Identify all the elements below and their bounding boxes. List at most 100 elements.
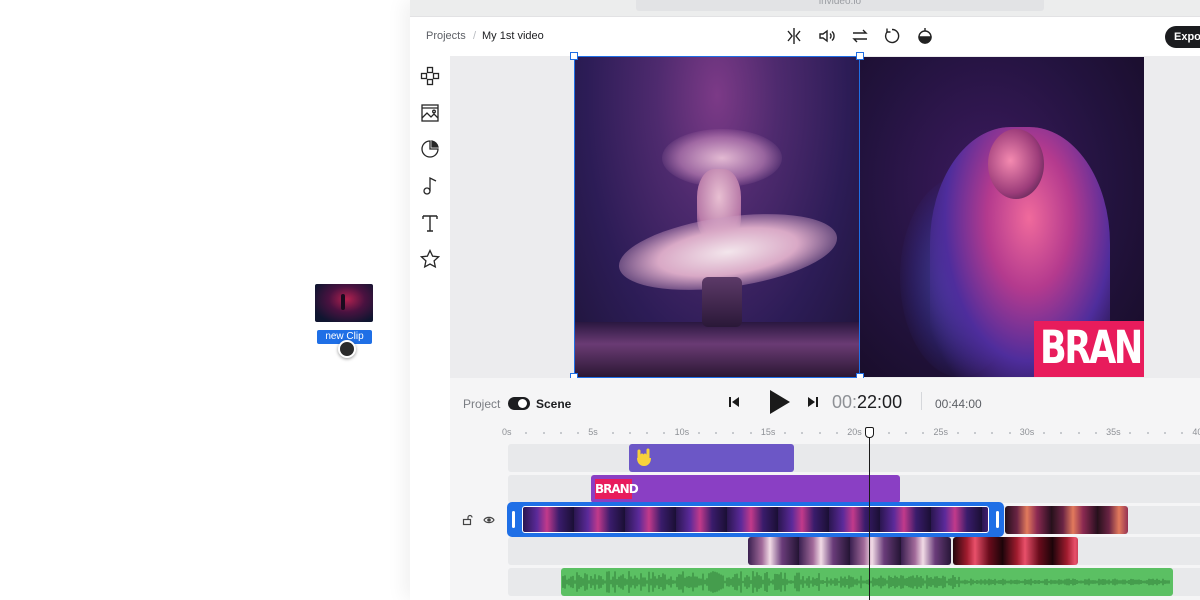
trim-handle-right[interactable] (996, 511, 999, 528)
ruler-tick (663, 432, 666, 434)
ruler-tick (956, 432, 959, 434)
mode-toggle[interactable] (508, 397, 530, 410)
playhead-handle[interactable] (865, 427, 874, 438)
screen: new Clip invideo.io Projects / My 1st vi… (0, 0, 1200, 600)
url-field[interactable]: invideo.io (636, 0, 1044, 11)
playhead-line (869, 434, 870, 600)
brand-clip[interactable]: BRAND (591, 475, 900, 503)
ruler-tick (784, 432, 787, 434)
ruler-label: 10s (674, 427, 690, 437)
next-icon[interactable] (806, 395, 820, 409)
export-button[interactable]: Export (1165, 26, 1200, 48)
ruler-tick (697, 432, 700, 434)
ruler-label: 40 (1192, 427, 1200, 437)
current-time-value: 22:00 (857, 392, 903, 412)
ruler-tick (1163, 432, 1166, 434)
brand-text: BRAND (1040, 321, 1144, 374)
timeline: 0s 5s 10s 15s 20s 25s 30s 35s 40 BRAND (450, 424, 1200, 600)
audio-clip[interactable] (561, 568, 1173, 596)
play-icon[interactable] (767, 389, 791, 415)
sidebar (410, 56, 450, 600)
ruler-tick (628, 432, 631, 434)
ruler-tick (1008, 432, 1011, 434)
ruler-tick (646, 432, 649, 434)
eye-icon[interactable] (483, 514, 495, 526)
ruler-label: 25s (933, 427, 949, 437)
canvas-preview: BRAND (450, 52, 1200, 381)
ruler-tick (749, 432, 752, 434)
video-clip-red[interactable] (953, 537, 1078, 565)
resize-handle-top-right[interactable] (856, 52, 864, 60)
ruler-tick (922, 432, 925, 434)
resize-handle-top-left[interactable] (570, 52, 578, 60)
rock-hand-icon (637, 448, 651, 466)
stickers-icon[interactable] (420, 139, 440, 159)
ruler-tick (1094, 432, 1097, 434)
brand-clip-thumb: BRAND (595, 479, 639, 499)
breadcrumb-current: My 1st video (482, 30, 544, 42)
project-mode-label[interactable]: Project (463, 397, 500, 411)
ruler-label: 15s (760, 427, 776, 437)
selected-video-clip[interactable] (507, 502, 1004, 537)
trim-handle-left[interactable] (512, 511, 515, 528)
ruler-tick (835, 432, 838, 434)
editor-window: invideo.io Projects / My 1st video Expor… (410, 0, 1200, 600)
ruler-tick (577, 432, 580, 434)
audio-waveform (562, 571, 1170, 593)
ruler-label: 30s (1019, 427, 1035, 437)
rotate-icon[interactable] (883, 27, 901, 45)
current-time-prefix: 00: (832, 392, 858, 412)
ruler-tick (732, 432, 735, 434)
sticker-clip[interactable] (629, 444, 794, 472)
music-icon[interactable] (420, 176, 440, 196)
favorites-icon[interactable] (420, 249, 440, 269)
ruler-tick (1181, 432, 1184, 434)
ruler-tick (1043, 432, 1046, 434)
ruler-tick (542, 432, 545, 434)
ruler-tick (611, 432, 614, 434)
templates-icon[interactable] (420, 66, 440, 86)
previous-icon[interactable] (727, 395, 741, 409)
swap-icon[interactable] (851, 27, 869, 45)
lock-icon[interactable] (462, 514, 474, 526)
scene-mode-label[interactable]: Scene (536, 397, 571, 411)
video-clip-stage[interactable] (748, 537, 951, 565)
playback-bar: Project Scene 00:22:00 00:44:00 (450, 378, 1200, 424)
browser-bar: invideo.io (410, 0, 1200, 17)
ruler-label: 35s (1106, 427, 1121, 437)
ruler-tick (1146, 432, 1149, 434)
ruler-tick (1129, 432, 1132, 434)
video-clip-warm[interactable] (1005, 506, 1128, 534)
split-icon[interactable] (785, 27, 803, 45)
ruler-label: 0s (502, 427, 512, 437)
media-icon[interactable] (420, 103, 440, 123)
ruler-tick (801, 432, 804, 434)
ruler-tick (887, 432, 890, 434)
volume-icon[interactable] (818, 27, 836, 45)
ruler-tick (715, 432, 718, 434)
brand-logo[interactable]: BRAND (1034, 321, 1144, 377)
dancer-clip-right[interactable]: BRAND (860, 57, 1144, 377)
editor-header: Projects / My 1st video Export (410, 17, 1200, 56)
breadcrumb-projects[interactable]: Projects (426, 30, 466, 42)
ruler-tick (559, 432, 562, 434)
ruler-label: 5s (588, 427, 598, 437)
selected-clip-frames (522, 506, 989, 533)
mouse-cursor (338, 340, 356, 358)
total-time: 00:44:00 (935, 397, 982, 411)
ruler-tick (1077, 432, 1080, 434)
time-divider (921, 392, 922, 410)
ruler-tick (818, 432, 821, 434)
text-icon[interactable] (420, 213, 440, 233)
breadcrumb-separator: / (473, 30, 477, 42)
waveform-path (562, 571, 1170, 593)
dancer-clip-left[interactable] (574, 57, 860, 377)
dragged-clip-thumbnail[interactable] (315, 284, 373, 322)
ruler-tick (904, 432, 907, 434)
ruler-label: 20s (847, 427, 862, 437)
ruler-tick (991, 432, 994, 434)
sticker-track (508, 444, 1200, 472)
opacity-icon[interactable] (916, 27, 934, 45)
current-time: 00:22:00 (832, 392, 902, 413)
ruler-tick (974, 432, 977, 434)
